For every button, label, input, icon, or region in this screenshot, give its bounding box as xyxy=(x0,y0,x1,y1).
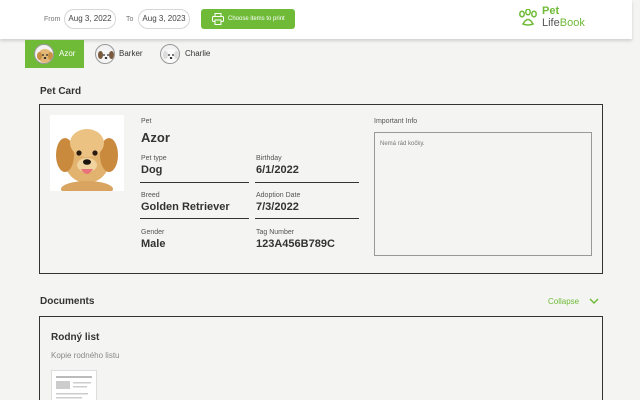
important-info-label: Important Info xyxy=(374,118,418,125)
gender-label: Gender xyxy=(141,229,165,236)
breed-label: Breed xyxy=(141,192,160,199)
pet-card: Pet Azor Pet type Dog Birthday 6/1/2022 … xyxy=(39,104,603,274)
collapse-button[interactable]: Collapse xyxy=(548,297,599,306)
field-divider xyxy=(255,218,359,219)
tag-number-value: 123A456B789C xyxy=(256,238,335,250)
pet-photo xyxy=(50,115,124,191)
golden-retriever-photo-icon xyxy=(56,129,118,191)
logo-text-pet: Pet xyxy=(542,5,560,17)
print-button-label: Choose items to print xyxy=(228,16,285,22)
document-preview-icon xyxy=(56,376,92,399)
tab-label: Charlie xyxy=(185,49,211,58)
field-divider xyxy=(140,218,249,219)
dog-avatar-icon xyxy=(163,49,179,63)
tab-label: Barker xyxy=(119,49,143,58)
birthday-label: Birthday xyxy=(256,155,282,162)
pet-tab-azor[interactable]: Azor xyxy=(25,40,84,68)
from-label: From xyxy=(44,16,61,23)
choose-items-to-print-button[interactable]: Choose items to print xyxy=(201,9,295,29)
top-bar: From Aug 3, 2022 To Aug 3, 2023 Choose i… xyxy=(0,0,632,39)
logo-text-life: Life xyxy=(542,17,560,29)
gender-value: Male xyxy=(141,238,166,250)
important-info-textarea[interactable]: Nemá rád kočky. xyxy=(374,132,592,256)
avatar xyxy=(34,44,54,64)
avatar xyxy=(160,44,180,64)
adoption-date-label: Adoption Date xyxy=(256,192,301,199)
pet-type-value: Dog xyxy=(141,164,163,176)
chevron-down-icon xyxy=(589,298,599,305)
pet-tab-charlie[interactable]: Charlie xyxy=(160,40,220,68)
pet-type-label: Pet type xyxy=(141,155,167,162)
breed-value: Golden Retriever xyxy=(141,201,230,213)
to-label: To xyxy=(126,16,134,23)
field-divider xyxy=(140,182,249,183)
to-date-input[interactable]: Aug 3, 2023 xyxy=(138,9,190,29)
collapse-label: Collapse xyxy=(548,297,580,306)
dog-avatar-icon xyxy=(37,49,53,63)
dog-avatar-icon xyxy=(98,49,114,63)
tab-label: Azor xyxy=(59,49,76,58)
from-date-input[interactable]: Aug 3, 2022 xyxy=(64,9,116,29)
pet-card-title: Pet Card xyxy=(40,86,82,97)
adoption-date-value: 7/3/2022 xyxy=(256,201,299,213)
tag-number-label: Tag Number xyxy=(256,229,295,236)
paw-icon xyxy=(519,9,537,26)
document-subtitle: Kopie rodného listu xyxy=(51,351,120,360)
printer-icon xyxy=(212,13,224,25)
petlifebook-logo: Pet LifeBook xyxy=(518,6,588,30)
document-title: Rodný list xyxy=(51,332,100,343)
avatar xyxy=(95,44,115,64)
birthday-value: 6/1/2022 xyxy=(256,164,299,176)
pet-name-value: Azor xyxy=(141,130,170,145)
pet-tab-barker[interactable]: Barker xyxy=(95,40,155,68)
field-divider xyxy=(255,182,359,183)
documents-panel: Rodný list Kopie rodného listu xyxy=(39,316,603,400)
logo-text-lifebook: LifeBook xyxy=(542,17,585,29)
pet-name-label: Pet xyxy=(141,118,152,125)
documents-title: Documents xyxy=(40,296,95,307)
document-thumbnail[interactable] xyxy=(51,370,97,400)
logo-text-book: Book xyxy=(559,17,585,29)
